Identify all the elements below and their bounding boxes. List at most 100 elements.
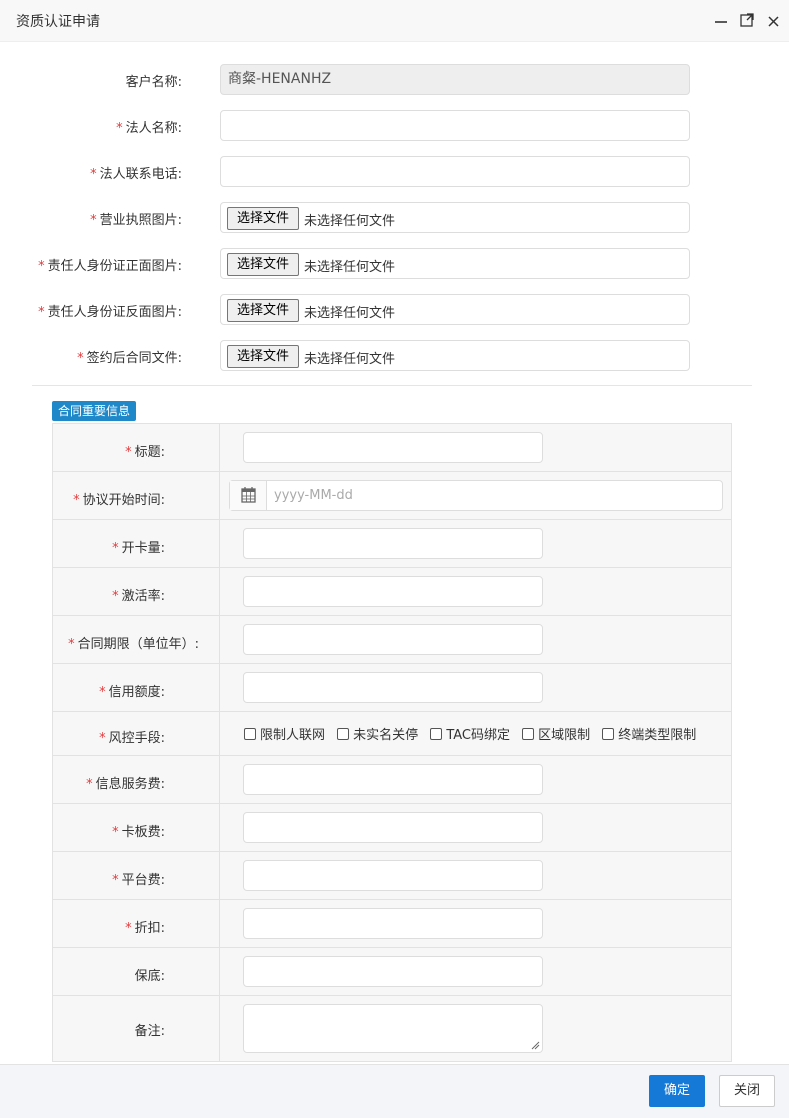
contract-file-input: 选择文件 未选择任何文件 bbox=[220, 340, 690, 371]
card-count-label: 开卡量: bbox=[121, 541, 165, 556]
start-date-row: * 协议开始时间: yyyy-MM-dd bbox=[53, 472, 731, 520]
dialog-footer: 确定 关闭 bbox=[0, 1064, 789, 1118]
credit-row: * 信用额度: bbox=[53, 664, 731, 712]
choose-file-button[interactable]: 选择文件 bbox=[227, 299, 299, 322]
required-mark: * bbox=[125, 921, 132, 936]
choose-file-button[interactable]: 选择文件 bbox=[227, 345, 299, 368]
contract-section-title: 合同重要信息 bbox=[52, 401, 137, 421]
title-row: * 标题: bbox=[53, 424, 731, 472]
risk-option-checkbox[interactable]: 区域限制 bbox=[522, 724, 590, 743]
activation-rate-row: * 激活率: bbox=[53, 568, 731, 616]
customer-label: 客户名称: bbox=[125, 75, 182, 90]
discount-label: 折扣: bbox=[134, 921, 165, 936]
customer-field: 商粲-HENANHZ bbox=[220, 64, 690, 95]
remark-label: 备注: bbox=[134, 1024, 165, 1039]
file-status: 未选择任何文件 bbox=[304, 214, 396, 229]
term-label: 合同期限（单位年）: bbox=[77, 637, 199, 652]
required-mark: * bbox=[90, 213, 97, 228]
risk-option-checkbox[interactable]: TAC码绑定 bbox=[430, 724, 510, 743]
required-mark: * bbox=[38, 305, 45, 320]
file-status: 未选择任何文件 bbox=[304, 306, 396, 321]
risk-option-checkbox[interactable]: 未实名关停 bbox=[337, 724, 418, 743]
start-date-input[interactable]: yyyy-MM-dd bbox=[229, 480, 723, 511]
required-mark: * bbox=[86, 777, 93, 792]
file-status: 未选择任何文件 bbox=[304, 260, 396, 275]
credit-input[interactable] bbox=[243, 672, 543, 703]
required-mark: * bbox=[112, 873, 119, 888]
dialog-titlebar: 资质认证申请 bbox=[0, 0, 789, 42]
maximize-icon[interactable] bbox=[738, 11, 756, 29]
required-mark: * bbox=[90, 167, 97, 182]
confirm-button[interactable]: 确定 bbox=[649, 1075, 705, 1107]
required-mark: * bbox=[112, 825, 119, 840]
id-front-row: * 责任人身份证正面图片: 选择文件 未选择任何文件 bbox=[0, 247, 789, 279]
legal-name-input[interactable] bbox=[220, 110, 690, 141]
customer-row: 客户名称: 商粲-HENANHZ bbox=[0, 63, 789, 95]
dialog-body: 客户名称: 商粲-HENANHZ * 法人名称: * 法人联系电话: * 营业执照图片… bbox=[0, 42, 789, 1064]
platform-fee-label: 平台费: bbox=[121, 873, 165, 888]
required-mark: * bbox=[125, 445, 132, 460]
required-mark: * bbox=[77, 351, 84, 366]
contract-file-label: 签约后合同文件: bbox=[86, 351, 182, 366]
id-back-label: 责任人身份证反面图片: bbox=[47, 305, 182, 320]
required-mark: * bbox=[68, 637, 75, 652]
guarantee-row: 保底: bbox=[53, 948, 731, 996]
risk-control-options: 限制人联网 未实名关停 TAC码绑定 区域限制 终端类型限制 bbox=[244, 724, 704, 743]
risk-control-row: * 风控手段: 限制人联网 未实名关停 TAC码绑定 区域限制 终端类型限制 bbox=[53, 712, 731, 756]
required-mark: * bbox=[116, 121, 123, 136]
credit-label: 信用额度: bbox=[108, 685, 165, 700]
risk-control-label: 风控手段: bbox=[108, 731, 165, 746]
dialog-title: 资质认证申请 bbox=[16, 14, 100, 30]
term-input[interactable] bbox=[243, 624, 543, 655]
business-license-label: 营业执照图片: bbox=[99, 213, 182, 228]
risk-option-checkbox[interactable]: 限制人联网 bbox=[244, 724, 325, 743]
platform-fee-row: * 平台费: bbox=[53, 852, 731, 900]
card-count-row: * 开卡量: bbox=[53, 520, 731, 568]
remark-textarea[interactable] bbox=[243, 1004, 543, 1053]
business-license-row: * 营业执照图片: 选择文件 未选择任何文件 bbox=[0, 201, 789, 233]
id-front-label: 责任人身份证正面图片: bbox=[47, 259, 182, 274]
discount-input[interactable] bbox=[243, 908, 543, 939]
choose-file-button[interactable]: 选择文件 bbox=[227, 207, 299, 230]
service-fee-input[interactable] bbox=[243, 764, 543, 795]
title-input[interactable] bbox=[243, 432, 543, 463]
contract-info-table: * 标题: * 协议开始时间: yyyy-MM-dd * 开卡量: * 激活率:… bbox=[52, 423, 732, 1062]
required-mark: * bbox=[73, 493, 80, 508]
minimize-icon[interactable] bbox=[712, 11, 730, 29]
guarantee-input[interactable] bbox=[243, 956, 543, 987]
risk-option-checkbox[interactable]: 终端类型限制 bbox=[602, 724, 696, 743]
required-mark: * bbox=[112, 589, 119, 604]
platform-fee-input[interactable] bbox=[243, 860, 543, 891]
discount-row: * 折扣: bbox=[53, 900, 731, 948]
close-button[interactable]: 关闭 bbox=[719, 1075, 775, 1107]
resize-handle-icon[interactable] bbox=[530, 1040, 540, 1050]
calendar-icon[interactable] bbox=[230, 481, 267, 510]
legal-name-row: * 法人名称: bbox=[0, 109, 789, 141]
id-front-file-input: 选择文件 未选择任何文件 bbox=[220, 248, 690, 279]
card-board-fee-input[interactable] bbox=[243, 812, 543, 843]
id-back-row: * 责任人身份证反面图片: 选择文件 未选择任何文件 bbox=[0, 293, 789, 325]
file-status: 未选择任何文件 bbox=[304, 352, 396, 367]
start-date-label: 协议开始时间: bbox=[82, 493, 165, 508]
card-board-fee-label: 卡板费: bbox=[121, 825, 165, 840]
term-row: * 合同期限（单位年）: bbox=[53, 616, 731, 664]
guarantee-label: 保底: bbox=[134, 969, 165, 984]
choose-file-button[interactable]: 选择文件 bbox=[227, 253, 299, 276]
id-back-file-input: 选择文件 未选择任何文件 bbox=[220, 294, 690, 325]
section-divider bbox=[32, 385, 752, 386]
service-fee-row: * 信息服务费: bbox=[53, 756, 731, 804]
date-placeholder: yyyy-MM-dd bbox=[274, 488, 353, 503]
activation-rate-label: 激活率: bbox=[121, 589, 165, 604]
close-icon[interactable] bbox=[764, 11, 782, 29]
activation-rate-input[interactable] bbox=[243, 576, 543, 607]
required-mark: * bbox=[99, 731, 106, 746]
legal-phone-input[interactable] bbox=[220, 156, 690, 187]
card-count-input[interactable] bbox=[243, 528, 543, 559]
service-fee-label: 信息服务费: bbox=[95, 777, 165, 792]
legal-phone-label: 法人联系电话: bbox=[99, 167, 182, 182]
contract-file-row: * 签约后合同文件: 选择文件 未选择任何文件 bbox=[0, 339, 789, 371]
required-mark: * bbox=[112, 541, 119, 556]
legal-phone-row: * 法人联系电话: bbox=[0, 155, 789, 187]
card-board-fee-row: * 卡板费: bbox=[53, 804, 731, 852]
title-label: 标题: bbox=[134, 445, 165, 460]
